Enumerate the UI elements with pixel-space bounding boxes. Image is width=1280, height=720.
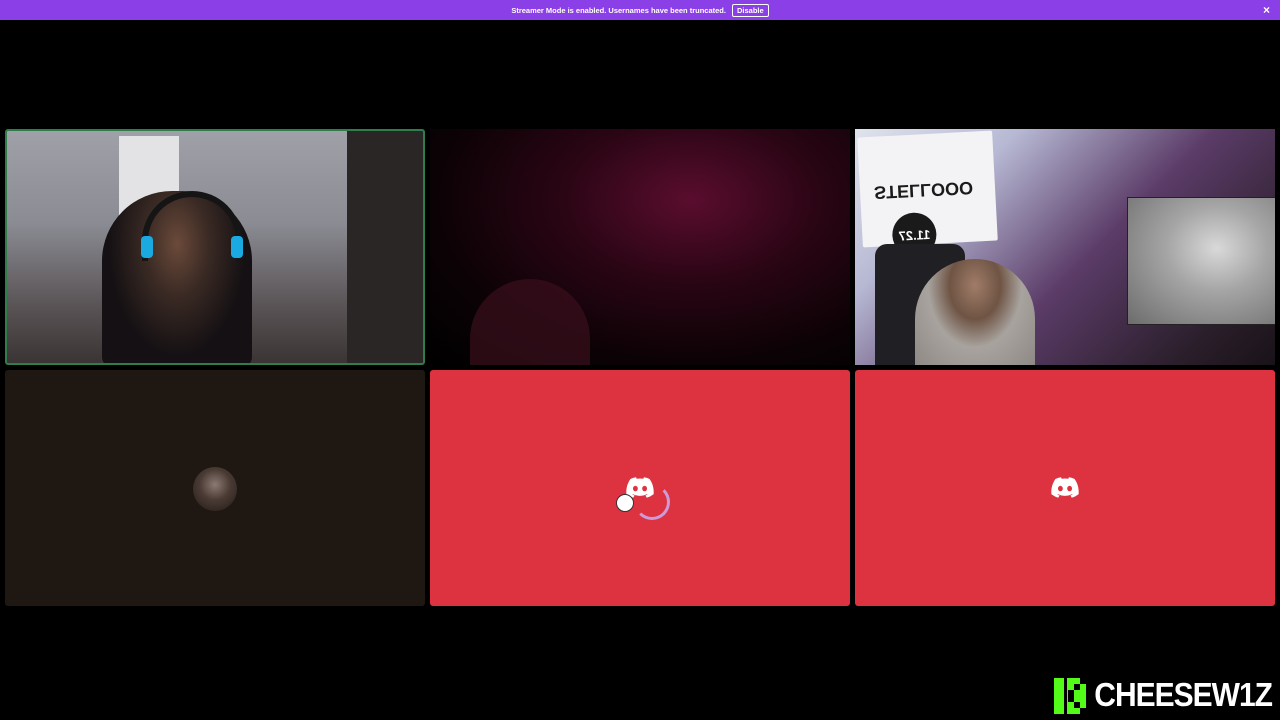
discord-tile-2[interactable] bbox=[855, 370, 1275, 606]
kick-logo-icon bbox=[1054, 678, 1087, 714]
close-icon[interactable]: × bbox=[1263, 3, 1270, 17]
picture-in-picture-video bbox=[1127, 197, 1275, 325]
discord-tile-1[interactable] bbox=[430, 370, 850, 606]
background-sign: STELLOOO 11.27 bbox=[857, 130, 998, 258]
participant-video bbox=[915, 259, 1035, 365]
sign-text: STELLOOO bbox=[873, 177, 974, 203]
video-tile-3[interactable]: STELLOOO 11.27 bbox=[855, 129, 1275, 365]
swoosh-effect bbox=[634, 484, 670, 520]
soccer-ball-icon bbox=[616, 494, 634, 512]
streamer-mode-banner: Streamer Mode is enabled. Usernames have… bbox=[0, 0, 1280, 20]
participant-video bbox=[470, 279, 590, 365]
headset-earcup-right bbox=[231, 236, 243, 258]
participant-avatar bbox=[193, 467, 237, 511]
background-closet bbox=[347, 131, 423, 363]
streamer-name: CHEESEW1Z bbox=[1094, 677, 1273, 714]
video-tile-1[interactable] bbox=[5, 129, 425, 365]
disable-streamer-mode-button[interactable]: Disable bbox=[731, 3, 769, 17]
video-tile-2[interactable] bbox=[430, 129, 850, 365]
discord-logo-icon bbox=[1051, 477, 1079, 498]
headset-earcup-left bbox=[141, 236, 153, 258]
streamer-mode-message: Streamer Mode is enabled. Usernames have… bbox=[511, 5, 726, 15]
streamer-watermark: CHEESEW1Z bbox=[1054, 677, 1273, 714]
avatar-tile[interactable] bbox=[5, 370, 425, 606]
